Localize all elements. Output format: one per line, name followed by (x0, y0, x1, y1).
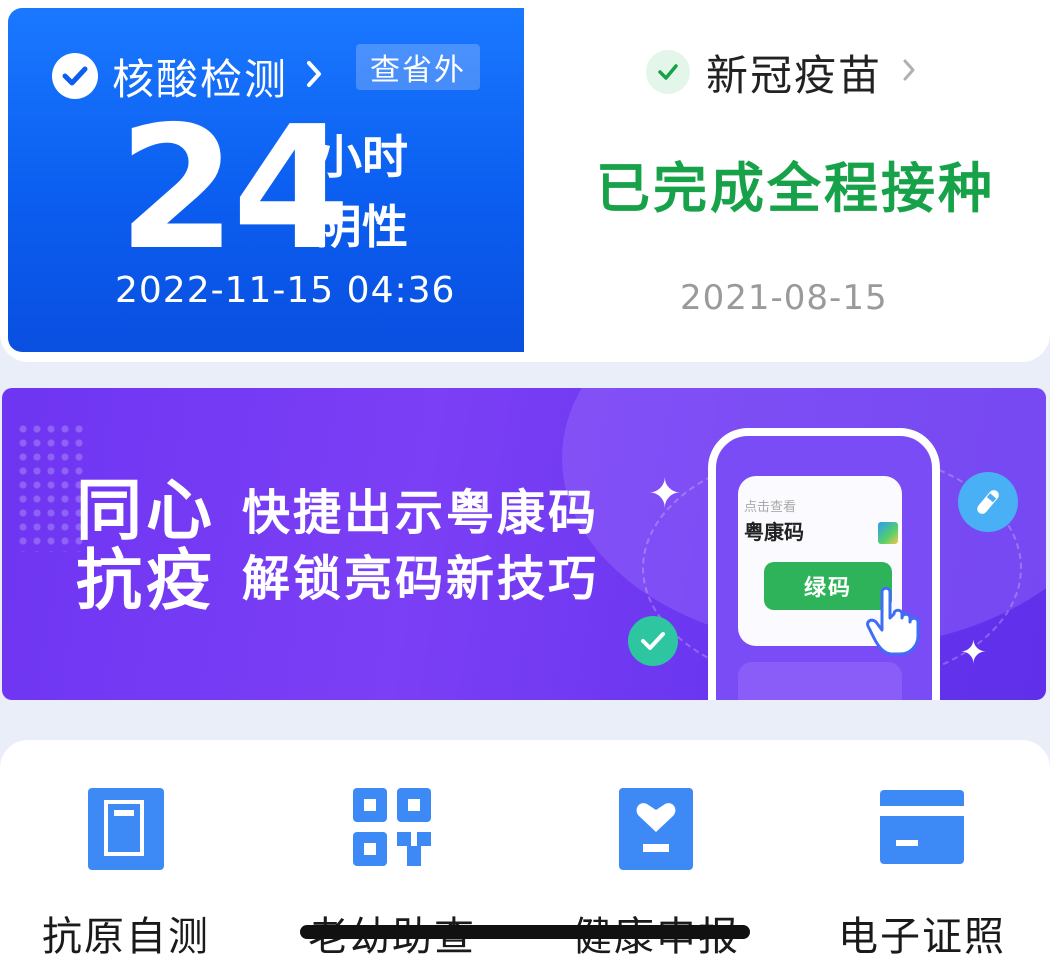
nucleic-result-block: 小时 阴性 (316, 122, 408, 262)
banner-slogan-line1: 同心 (76, 472, 216, 549)
check-circle-icon (52, 53, 98, 99)
banner-slogan: 同心 抗疫 (76, 476, 216, 616)
banner-slogan-line2: 抗疫 (76, 542, 216, 619)
health-status-card: 核酸检测 查省外 24 小时 阴性 2022-11-15 04:36 新冠疫苗 … (0, 0, 1050, 362)
service-e-license[interactable]: 电子证照 (802, 786, 1042, 964)
book-icon (88, 788, 164, 870)
card-icon (880, 790, 964, 864)
banner-text-line2: 解锁亮码新技巧 (242, 551, 600, 607)
phone-title: 粤康码 (744, 520, 804, 544)
nucleic-test-panel[interactable]: 核酸检测 查省外 24 小时 阴性 2022-11-15 04:36 (8, 8, 524, 352)
chevron-right-icon (306, 60, 322, 92)
heart-report-icon (619, 788, 693, 870)
nucleic-result: 阴性 (316, 200, 408, 254)
vaccine-date: 2021-08-15 (680, 278, 888, 318)
banner-text-line1: 快捷出示粤康码 (242, 485, 600, 541)
hand-pointer-icon (866, 586, 920, 656)
check-badge-icon (628, 616, 678, 666)
hours-unit: 小时 (316, 130, 408, 184)
nucleic-hours: 24 (118, 90, 351, 288)
service-label: 抗原自测 (42, 914, 210, 960)
map-thumbnail-icon (878, 522, 898, 544)
promo-banner[interactable]: 同心 抗疫 快捷出示粤康码 解锁亮码新技巧 点击查看 粤康码 绿码 ✦ ✦ (2, 388, 1046, 700)
chevron-right-icon (902, 58, 916, 86)
banner-text: 快捷出示粤康码 解锁亮码新技巧 (242, 480, 599, 612)
sparkle-icon: ✦ (960, 633, 987, 671)
vaccine-status: 已完成全程接种 (596, 157, 995, 220)
vaccine-header[interactable]: 新冠疫苗 (646, 44, 916, 100)
vaccine-panel[interactable]: 新冠疫苗 已完成全程接种 2021-08-15 (524, 8, 1042, 352)
qr-code-icon (353, 788, 431, 866)
out-of-province-tag[interactable]: 查省外 (356, 44, 480, 90)
phone-small-text: 点击查看 (744, 500, 797, 515)
nucleic-test-datetime: 2022-11-15 04:36 (115, 270, 456, 311)
sparkle-icon: ✦ (648, 471, 682, 517)
check-circle-icon (646, 50, 690, 94)
home-indicator[interactable] (300, 925, 750, 939)
phone-illustration: 点击查看 粤康码 绿码 (708, 428, 940, 700)
phone-lower-panel (738, 662, 902, 700)
service-label: 电子证照 (838, 914, 1006, 960)
test-tube-icon (958, 472, 1018, 532)
vaccine-title: 新冠疫苗 (706, 50, 883, 100)
service-antigen-test[interactable]: 抗原自测 (6, 786, 246, 964)
